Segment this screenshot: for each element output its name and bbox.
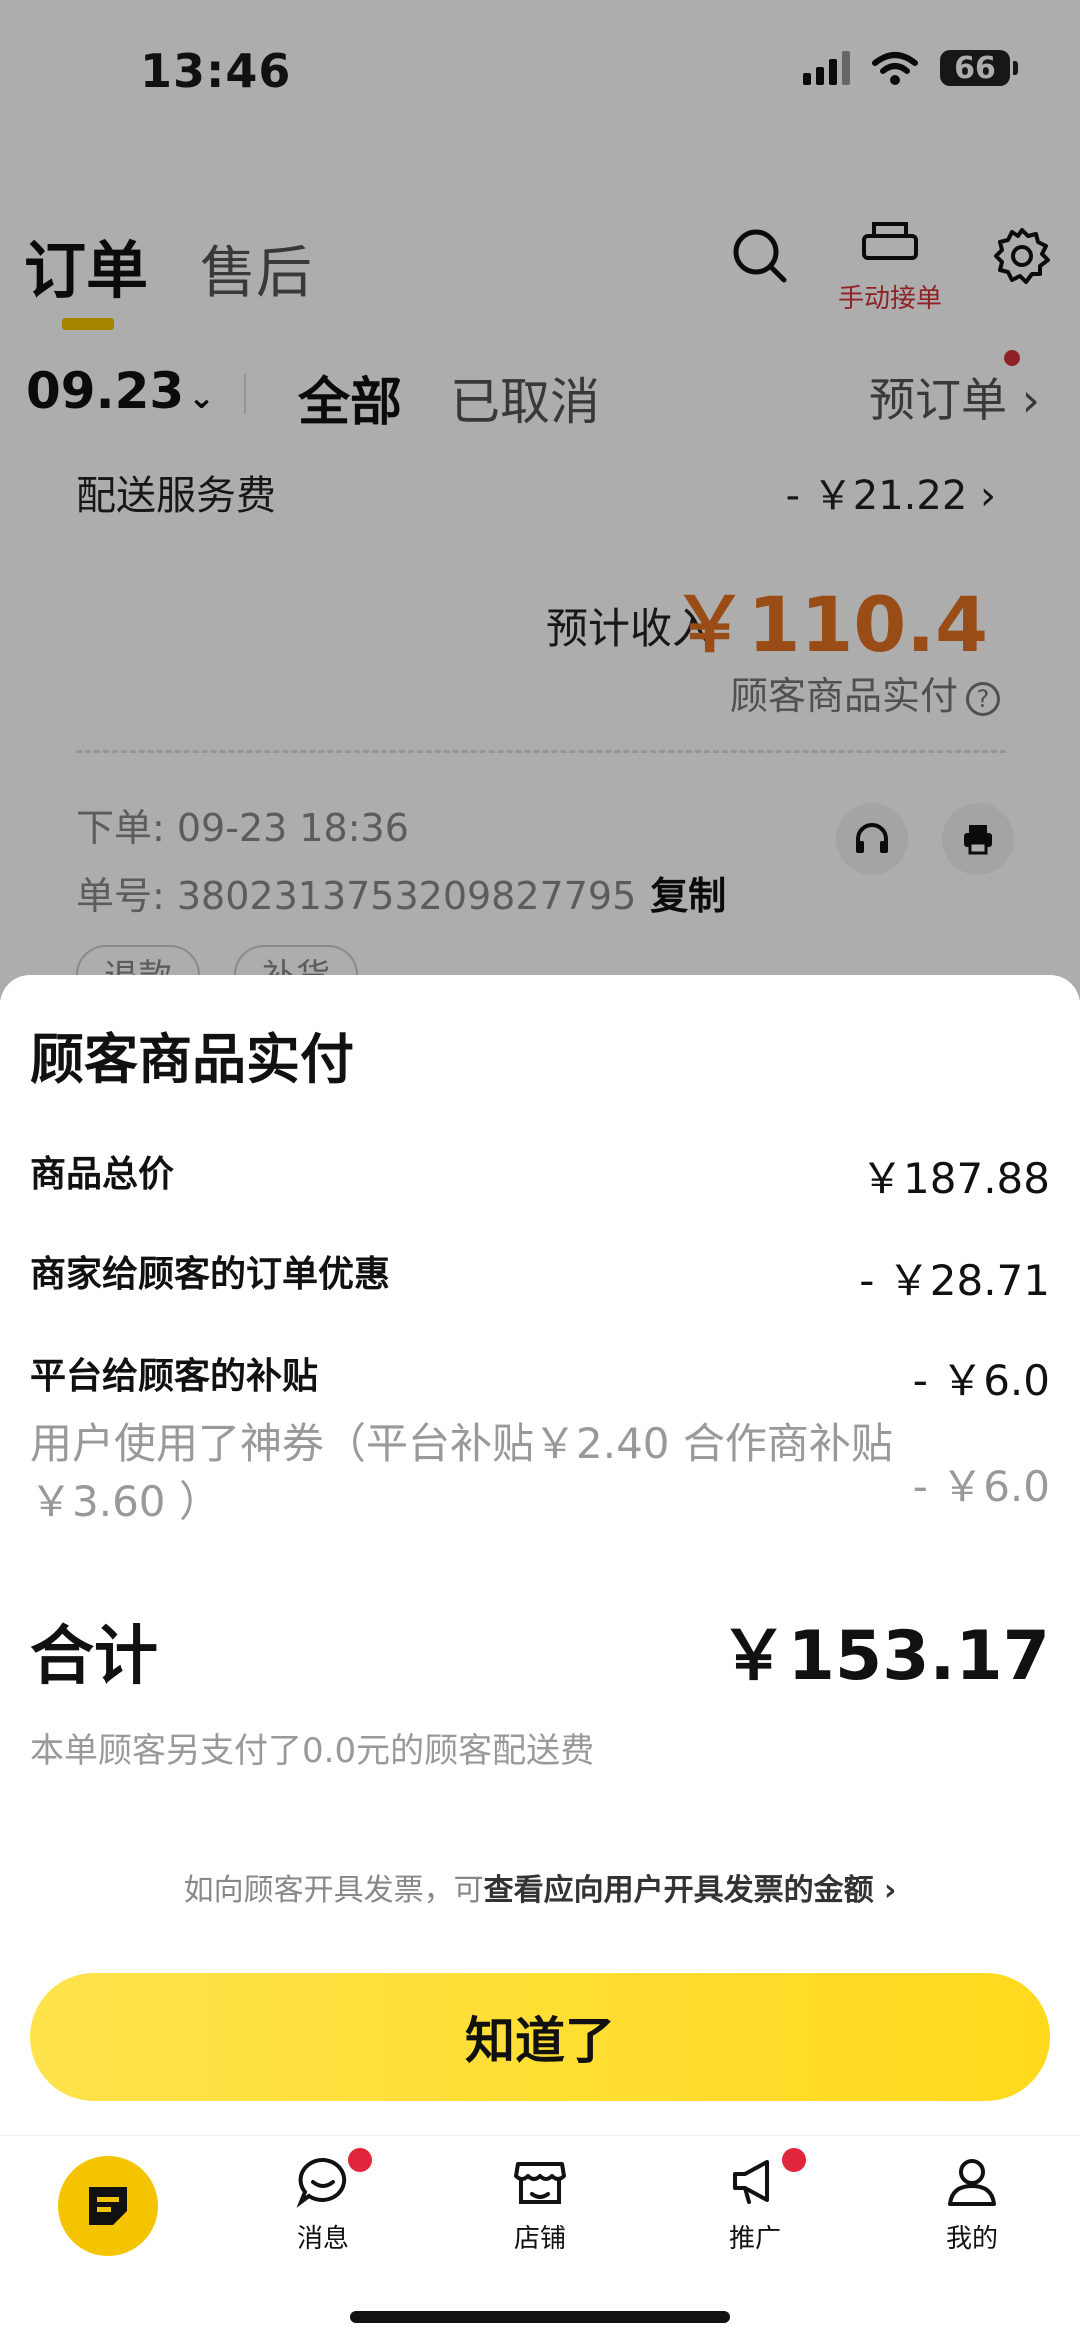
goods-total-value: ￥187.88	[861, 1154, 1050, 1203]
got-it-button[interactable]: 知道了	[30, 1973, 1050, 2101]
note-icon	[89, 2187, 127, 2225]
merchant-discount-value: - ￥28.71	[859, 1256, 1050, 1305]
total-label: 合计	[30, 1620, 158, 1694]
bottom-tab-bar: 消息 店铺 推广 我的	[0, 2135, 1080, 2342]
coupon-detail-value: - ￥6.0	[912, 1462, 1050, 1511]
total-value: ￥153.17	[719, 1617, 1050, 1696]
sheet-title: 顾客商品实付	[30, 1028, 354, 1091]
delivery-fee-note: 本单顾客另支付了0.0元的顾客配送费	[30, 1731, 595, 1771]
tab-store[interactable]: 店铺	[465, 2154, 615, 2255]
promotion-badge-dot	[782, 2148, 806, 2172]
modal-backdrop[interactable]	[0, 0, 1080, 1000]
chat-icon	[296, 2157, 347, 2208]
tab-profile-label: 我的	[945, 2224, 998, 2254]
invoice-prefix: 如向顾客开具发票，可	[183, 1873, 484, 1908]
invoice-hint: 如向顾客开具发票，可查看应向用户开具发票的金额 ›	[0, 1865, 1080, 1909]
goods-total-label: 商品总价	[30, 1154, 175, 1195]
coupon-detail-label: 用户使用了神券（平台补贴￥2.40 合作商补贴￥3.60 ）	[30, 1419, 893, 1526]
megaphone-icon	[733, 2160, 769, 2204]
home-indicator	[350, 2311, 730, 2323]
tab-messages-label: 消息	[296, 2224, 349, 2254]
platform-subsidy-label: 平台给顾客的补贴	[30, 1356, 319, 1397]
store-icon	[514, 2162, 566, 2204]
tab-promotion[interactable]: 推广	[680, 2154, 830, 2255]
user-icon	[948, 2159, 996, 2206]
messages-badge-dot	[348, 2148, 372, 2172]
tab-messages[interactable]: 消息	[248, 2154, 398, 2255]
tab-store-label: 店铺	[513, 2224, 566, 2254]
tab-profile[interactable]: 我的	[897, 2154, 1047, 2255]
customer-paid-sheet: 顾客商品实付 商品总价 ￥187.88 商家给顾客的订单优惠 - ￥28.71 …	[0, 975, 1080, 2135]
merchant-discount-label: 商家给顾客的订单优惠	[30, 1254, 391, 1295]
tab-orders-home[interactable]	[58, 2156, 158, 2256]
platform-subsidy-value: - ￥6.0	[912, 1356, 1050, 1405]
tab-promotion-label: 推广	[728, 2224, 781, 2254]
invoice-amount-link[interactable]: 查看应向用户开具发票的金额 ›	[484, 1873, 897, 1908]
